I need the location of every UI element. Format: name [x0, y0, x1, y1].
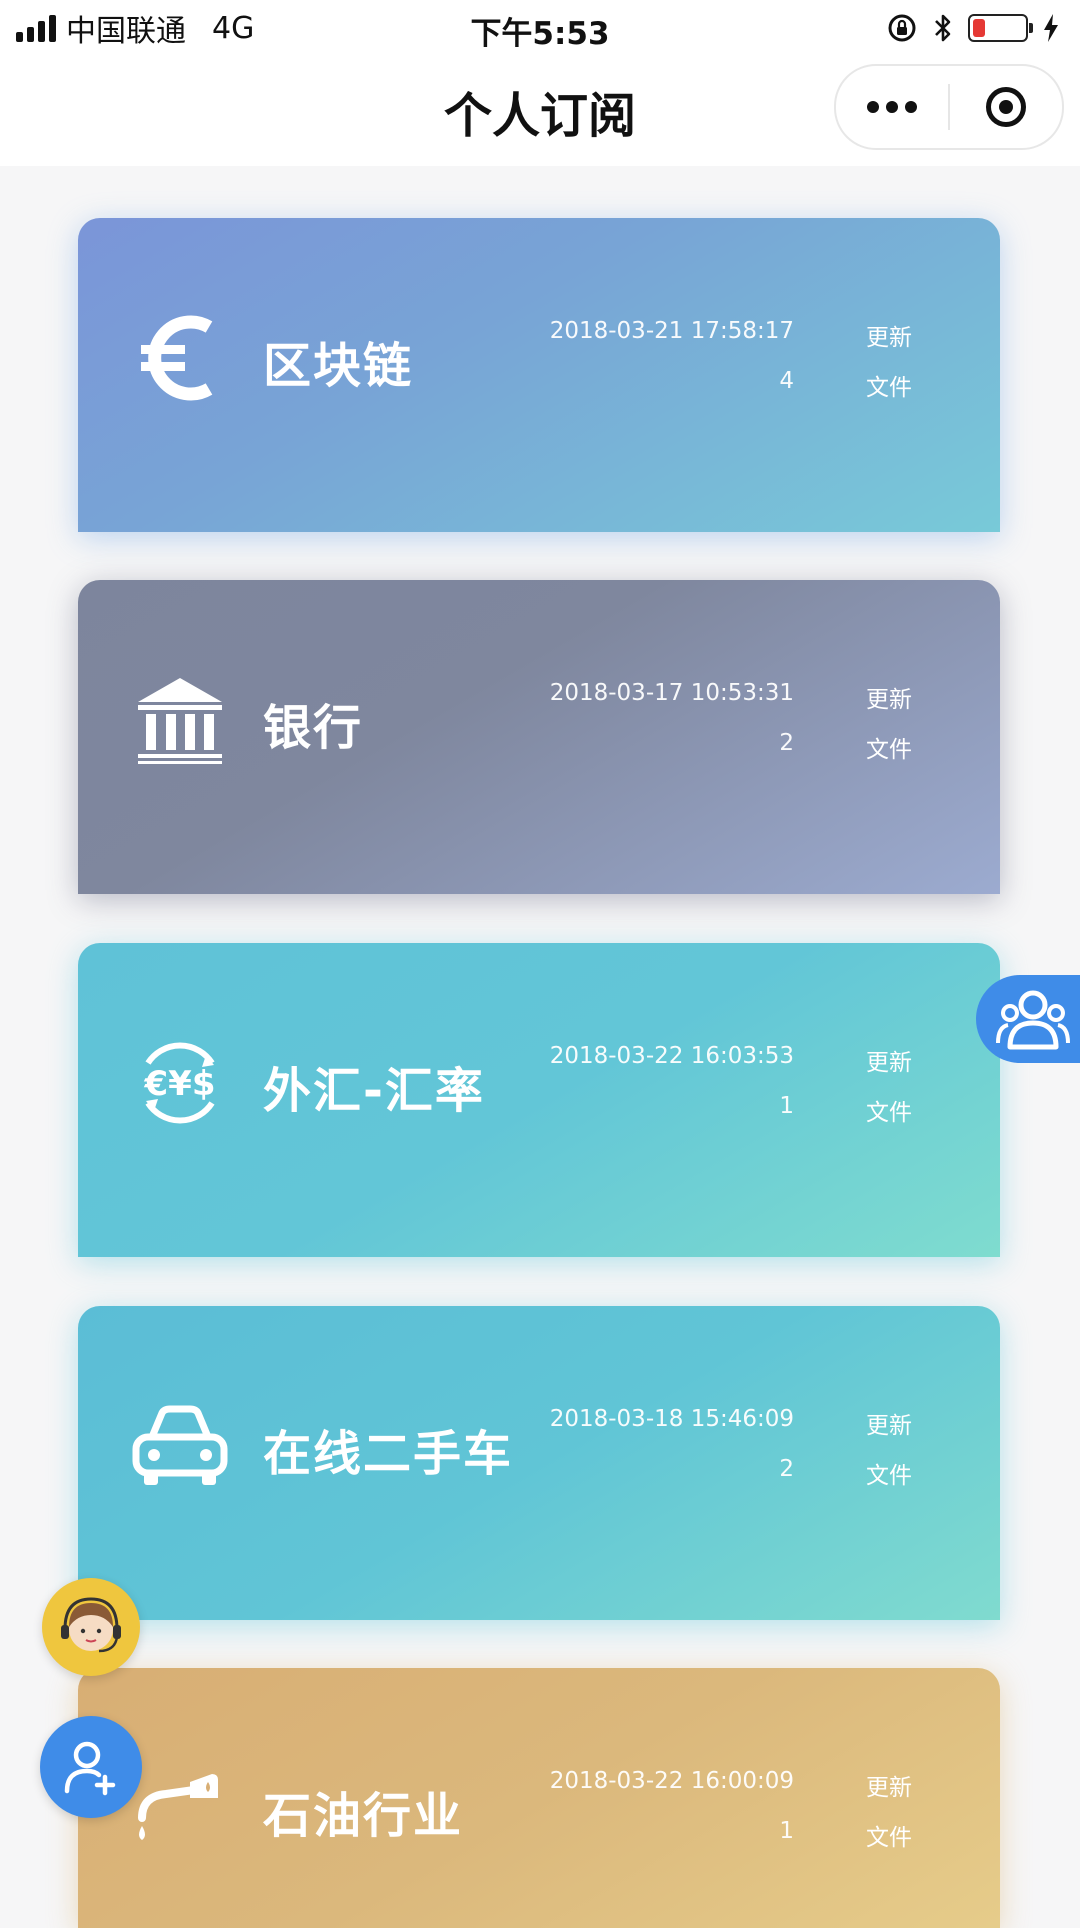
nav-header: 个人订阅 — [0, 54, 1080, 166]
customer-service-button[interactable] — [42, 1578, 140, 1676]
file-label: 文件 — [866, 1100, 912, 1126]
car-icon — [130, 1396, 230, 1496]
status-right — [886, 8, 1060, 48]
add-user-button[interactable] — [40, 1716, 142, 1818]
oil-nozzle-icon — [130, 1758, 230, 1858]
target-icon — [986, 87, 1026, 127]
file-count: 1 — [779, 1093, 794, 1119]
svg-text:€¥$: €¥$ — [144, 1064, 216, 1104]
battery-level — [973, 19, 985, 37]
file-count: 1 — [779, 1818, 794, 1844]
charging-icon — [1044, 14, 1058, 42]
update-time: 2018-03-22 16:03:53 — [549, 1043, 794, 1069]
contacts-button[interactable] — [976, 975, 1080, 1063]
add-user-icon — [64, 1741, 116, 1796]
mini-program-capsule — [834, 64, 1064, 150]
card-title: 银行 — [263, 700, 364, 756]
update-label: 更新 — [866, 325, 912, 351]
battery-icon — [968, 14, 1033, 42]
subscription-card[interactable]: 在线二手车 2018-03-18 15:46:09 2 更新 文件 — [78, 1306, 1000, 1620]
bank-icon — [130, 670, 230, 770]
update-label: 更新 — [866, 1775, 912, 1801]
bluetooth-icon — [935, 14, 951, 42]
euro-icon — [130, 308, 230, 408]
update-label: 更新 — [866, 687, 912, 713]
file-label: 文件 — [866, 737, 912, 763]
card-title: 在线二手车 — [263, 1426, 514, 1482]
update-time: 2018-03-22 16:00:09 — [549, 1768, 794, 1794]
subscription-card[interactable]: €¥$ 外汇-汇率 2018-03-22 16:03:53 1 更新 文件 — [78, 943, 1000, 1257]
file-count: 2 — [779, 1456, 794, 1482]
more-icon-dot — [886, 101, 898, 113]
file-label: 文件 — [866, 1825, 912, 1851]
more-button[interactable] — [836, 66, 948, 148]
card-title: 石油行业 — [263, 1788, 464, 1844]
subscription-card[interactable]: 石油行业 2018-03-22 16:00:09 1 更新 文件 — [78, 1668, 1000, 1928]
file-label: 文件 — [866, 375, 912, 401]
card-title: 区块链 — [263, 338, 414, 394]
currency-exchange-icon: €¥$ — [130, 1033, 230, 1133]
update-label: 更新 — [866, 1050, 912, 1076]
file-label: 文件 — [866, 1463, 912, 1489]
support-agent-icon — [61, 1597, 121, 1653]
file-count: 4 — [779, 368, 794, 394]
subscription-card[interactable]: 银行 2018-03-17 10:53:31 2 更新 文件 — [78, 580, 1000, 894]
card-title: 外汇-汇率 — [263, 1063, 485, 1119]
file-count: 2 — [779, 730, 794, 756]
close-button[interactable] — [950, 66, 1062, 148]
update-time: 2018-03-18 15:46:09 — [549, 1406, 794, 1432]
update-label: 更新 — [866, 1413, 912, 1439]
group-icon — [996, 990, 1070, 1050]
more-icon — [867, 101, 879, 113]
update-time: 2018-03-21 17:58:17 — [549, 318, 794, 344]
status-bar: 中国联通 4G 下午5:53 — [0, 0, 1080, 54]
subscription-card[interactable]: 区块链 2018-03-21 17:58:17 4 更新 文件 — [78, 218, 1000, 532]
orientation-lock-icon — [888, 14, 916, 42]
update-time: 2018-03-17 10:53:31 — [549, 680, 794, 706]
more-icon-dot — [905, 101, 917, 113]
